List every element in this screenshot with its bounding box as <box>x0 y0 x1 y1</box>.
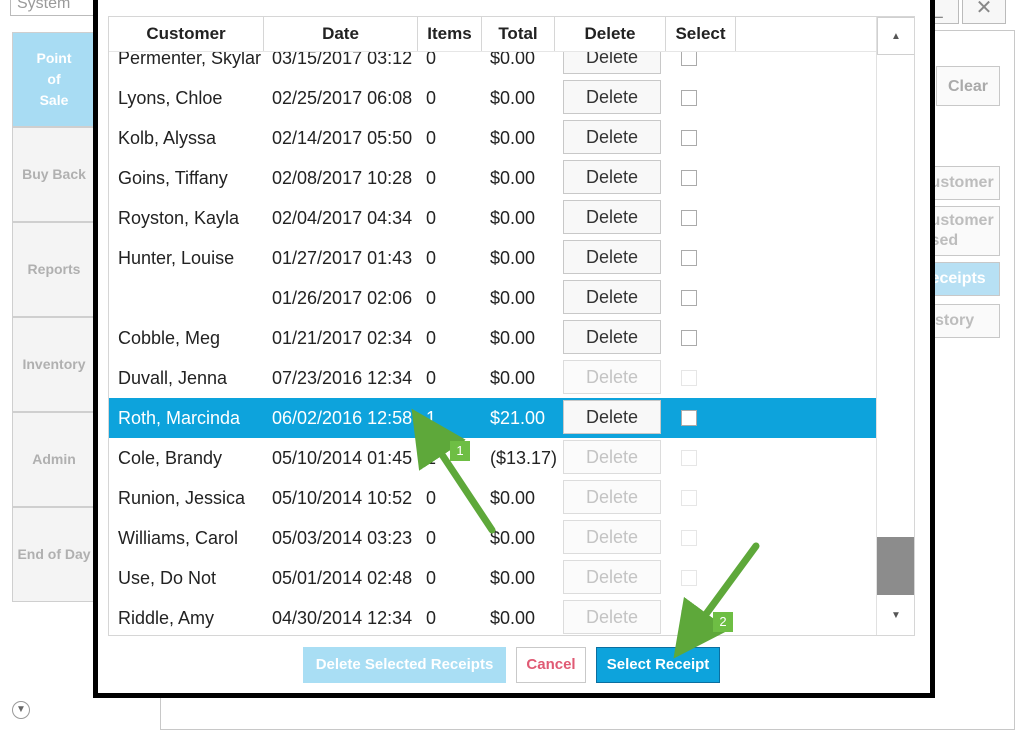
header-select[interactable]: Select <box>666 17 736 51</box>
header-customer[interactable]: Customer <box>109 17 264 51</box>
header-total[interactable]: Total <box>482 17 555 51</box>
callout-badge-2: 2 <box>713 612 733 632</box>
header-date[interactable]: Date <box>264 17 418 51</box>
callout-badge-1: 1 <box>450 441 470 461</box>
header-delete[interactable]: Delete <box>555 17 666 51</box>
header-items[interactable]: Items <box>418 17 482 51</box>
grid-header: Customer Date Items Total Delete Select <box>109 17 876 52</box>
annotation-arrows <box>411 408 760 659</box>
